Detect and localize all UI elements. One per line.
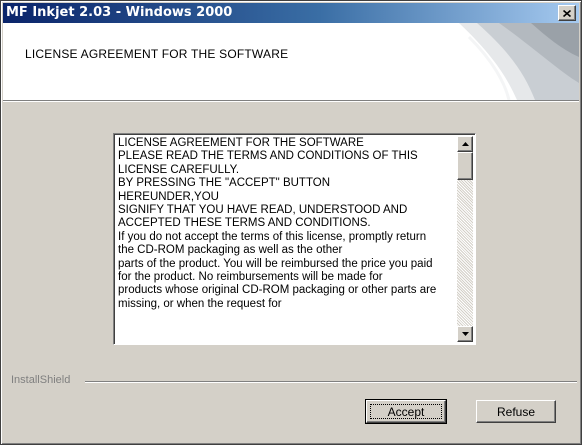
license-line: ACCEPTED THESE TERMS AND CONDITIONS. <box>118 217 371 230</box>
license-line: PLEASE READ THE TERMS AND CONDITIONS OF … <box>118 150 418 163</box>
installer-window: MF Inkjet 2.03 - Windows 2000 LICENSE AG… <box>0 0 582 445</box>
license-line: products whose original CD-ROM packaging… <box>118 284 437 297</box>
license-text: LICENSE AGREEMENT FOR THE SOFTWARE PLEASE… <box>118 137 453 311</box>
license-line: for the product. No reimbursements will … <box>118 271 383 284</box>
scroll-thumb[interactable] <box>457 152 473 180</box>
license-line: the CD-ROM packaging as well as the othe… <box>118 244 343 257</box>
installshield-brand: InstallShield <box>11 374 71 386</box>
arrow-down-icon <box>461 332 469 336</box>
refuse-button[interactable]: Refuse <box>476 400 556 423</box>
license-line: missing, or when the request for <box>118 297 282 310</box>
vertical-scrollbar[interactable] <box>457 136 473 342</box>
title-bar[interactable]: MF Inkjet 2.03 - Windows 2000 <box>3 3 579 23</box>
license-text-box[interactable]: LICENSE AGREEMENT FOR THE SOFTWARE PLEASE… <box>113 133 476 345</box>
arrow-up-icon <box>461 142 469 146</box>
license-line: If you do not accept the terms of this l… <box>118 230 427 243</box>
license-line: parts of the product. You will be reimbu… <box>118 257 433 270</box>
header-graphic <box>459 23 579 100</box>
header-panel: LICENSE AGREEMENT FOR THE SOFTWARE <box>3 23 579 100</box>
license-line: HEREUNDER,YOU <box>118 190 219 203</box>
license-line: LICENSE AGREEMENT FOR THE SOFTWARE <box>118 137 364 149</box>
license-line: BY PRESSING THE "ACCEPT" BUTTON <box>118 177 331 190</box>
window-title: MF Inkjet 2.03 - Windows 2000 <box>6 5 233 20</box>
scroll-down-button[interactable] <box>457 326 473 342</box>
close-button[interactable] <box>558 5 576 21</box>
license-line: LICENSE CAREFULLY. <box>118 163 240 176</box>
accept-button[interactable]: Accept <box>365 399 447 424</box>
refuse-button-label: Refuse <box>496 405 536 419</box>
scroll-up-button[interactable] <box>457 136 473 152</box>
page-title: LICENSE AGREEMENT FOR THE SOFTWARE <box>25 47 289 61</box>
close-icon <box>563 9 571 17</box>
license-line: SIGNIFY THAT YOU HAVE READ, UNDERSTOOD A… <box>118 204 408 217</box>
accept-button-label: Accept <box>387 405 425 419</box>
